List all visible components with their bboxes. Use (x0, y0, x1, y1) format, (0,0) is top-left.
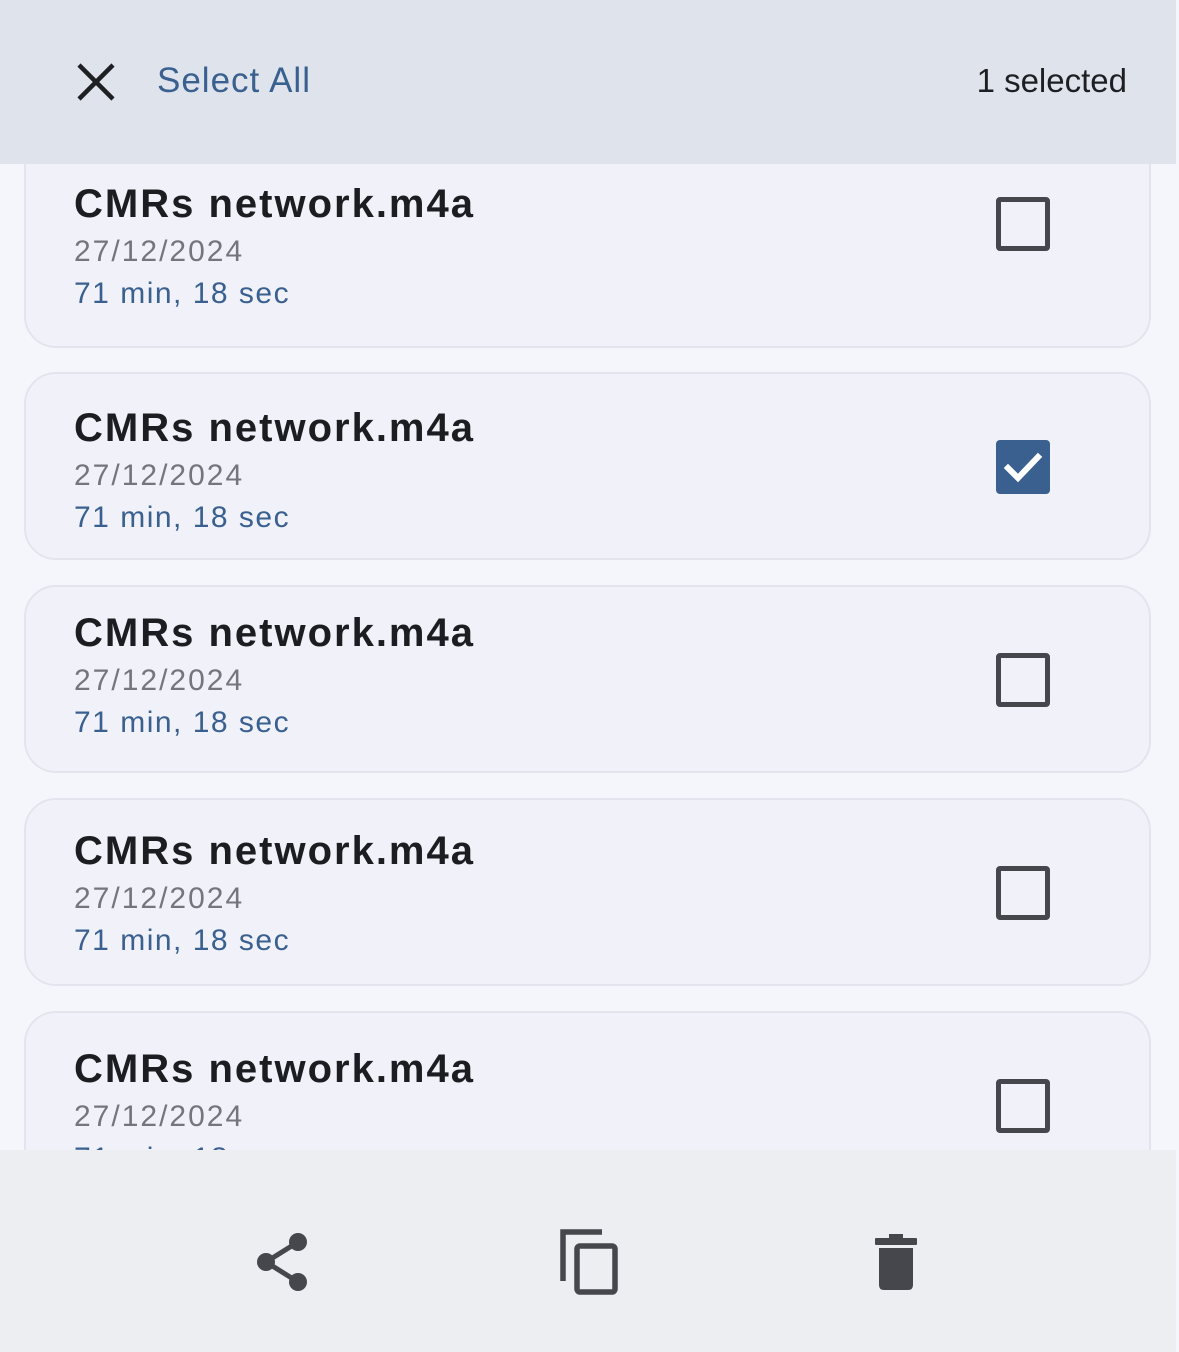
recording-duration: 71 min, 18 sec (74, 1141, 290, 1150)
recording-date: 27/12/2024 (74, 235, 245, 268)
close-icon (77, 63, 115, 101)
recording-card[interactable]: CMRs network.m4a 27/12/2024 71 min, 18 s… (24, 798, 1151, 986)
recording-date: 27/12/2024 (74, 664, 245, 697)
recording-date: 27/12/2024 (74, 1100, 245, 1133)
recording-checkbox-checked[interactable] (996, 440, 1050, 494)
recording-card[interactable]: CMRs network.m4a 27/12/2024 71 min, 18 s… (24, 372, 1151, 560)
copy-button[interactable] (552, 1226, 624, 1298)
share-icon (257, 1233, 307, 1291)
recording-date: 27/12/2024 (74, 882, 245, 915)
recording-checkbox[interactable] (996, 197, 1050, 251)
copy-icon (560, 1229, 618, 1295)
recording-title: CMRs network.m4a (74, 829, 475, 873)
recording-duration: 71 min, 18 sec (74, 706, 291, 739)
recording-checkbox[interactable] (996, 1079, 1050, 1133)
recording-title: CMRs network.m4a (74, 406, 475, 450)
recording-card[interactable]: CMRs network.m4a 27/12/2024 71 min, 18 s… (24, 1011, 1151, 1150)
recording-checkbox[interactable] (996, 866, 1050, 920)
checkmark-icon (1003, 452, 1043, 483)
recording-title: CMRs network.m4a (74, 611, 475, 655)
recording-title: CMRs network.m4a (74, 1047, 475, 1091)
recording-date: 27/12/2024 (74, 459, 245, 492)
share-button[interactable] (246, 1226, 318, 1298)
recording-duration: 71 min, 18 sec (74, 501, 291, 534)
select-all-button[interactable]: Select All (157, 58, 311, 104)
delete-button[interactable] (860, 1226, 932, 1298)
recordings-list[interactable]: CMRs network.m4a 27/12/2024 71 min, 18 s… (0, 0, 1179, 1150)
selection-top-bar: Select All 1 selected (0, 0, 1176, 164)
selected-count: 1 selected (976, 62, 1127, 99)
close-selection-button[interactable] (66, 52, 126, 112)
recording-duration: 71 min, 18 sec (74, 277, 291, 310)
recording-checkbox[interactable] (996, 653, 1050, 707)
recording-card[interactable]: CMRs network.m4a 27/12/2024 71 min, 18 s… (24, 585, 1151, 773)
recording-duration: 71 min, 18 sec (74, 924, 291, 957)
delete-icon (875, 1234, 917, 1290)
recording-title: CMRs network.m4a (74, 182, 475, 226)
bottom-action-bar (0, 1150, 1176, 1352)
